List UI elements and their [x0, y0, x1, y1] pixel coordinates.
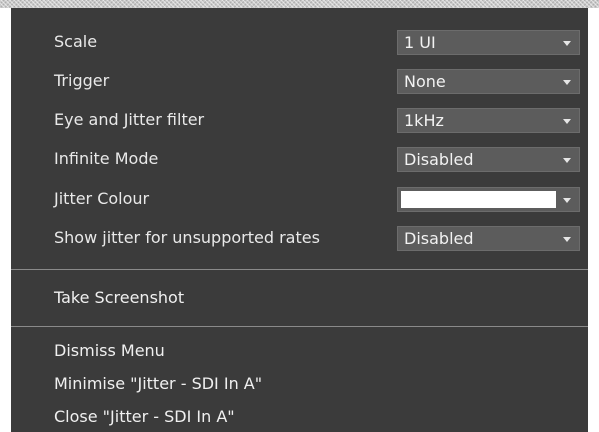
chevron-down-icon	[563, 80, 571, 85]
chevron-down-icon	[563, 158, 571, 163]
menu-divider	[11, 326, 588, 327]
dismiss-menu-item[interactable]: Dismiss Menu	[54, 336, 165, 366]
setting-row-scale: Scale 1 UI	[11, 26, 588, 58]
infinite-mode-dropdown[interactable]: Disabled	[397, 147, 580, 172]
jitter-colour-dropdown[interactable]	[397, 187, 580, 212]
trigger-label: Trigger	[54, 71, 110, 90]
setting-row-jitter-colour: Jitter Colour	[11, 183, 588, 215]
infinite-mode-value: Disabled	[404, 150, 474, 169]
trigger-value: None	[404, 72, 446, 91]
setting-row-filter: Eye and Jitter filter 1kHz	[11, 104, 588, 136]
chevron-down-icon	[563, 119, 571, 124]
setting-row-unsupported-rates: Show jitter for unsupported rates Disabl…	[11, 222, 588, 254]
filter-label: Eye and Jitter filter	[54, 110, 205, 129]
window-edge-pattern	[0, 0, 599, 8]
scale-value: 1 UI	[404, 33, 436, 52]
scale-label: Scale	[54, 32, 98, 51]
chevron-down-icon	[563, 198, 571, 203]
filter-dropdown[interactable]: 1kHz	[397, 108, 580, 133]
menu-divider	[11, 269, 588, 270]
unsupported-rates-label: Show jitter for unsupported rates	[54, 228, 320, 247]
infinite-mode-label: Infinite Mode	[54, 149, 159, 168]
colour-swatch	[401, 191, 556, 208]
minimise-window-item[interactable]: Minimise "Jitter - SDI In A"	[54, 369, 262, 399]
context-menu: Scale 1 UI Trigger None Eye and Jitter f…	[11, 8, 588, 432]
unsupported-rates-value: Disabled	[404, 229, 474, 248]
setting-row-trigger: Trigger None	[11, 65, 588, 97]
chevron-down-icon	[563, 41, 571, 46]
trigger-dropdown[interactable]: None	[397, 69, 580, 94]
filter-value: 1kHz	[404, 111, 444, 130]
close-window-item[interactable]: Close "Jitter - SDI In A"	[54, 402, 235, 432]
screenshot-frame: Scale 1 UI Trigger None Eye and Jitter f…	[0, 0, 599, 432]
chevron-down-icon	[563, 237, 571, 242]
jitter-colour-label: Jitter Colour	[54, 189, 150, 208]
setting-row-infinite-mode: Infinite Mode Disabled	[11, 143, 588, 175]
scale-dropdown[interactable]: 1 UI	[397, 30, 580, 55]
unsupported-rates-dropdown[interactable]: Disabled	[397, 226, 580, 251]
take-screenshot-item[interactable]: Take Screenshot	[54, 283, 184, 313]
